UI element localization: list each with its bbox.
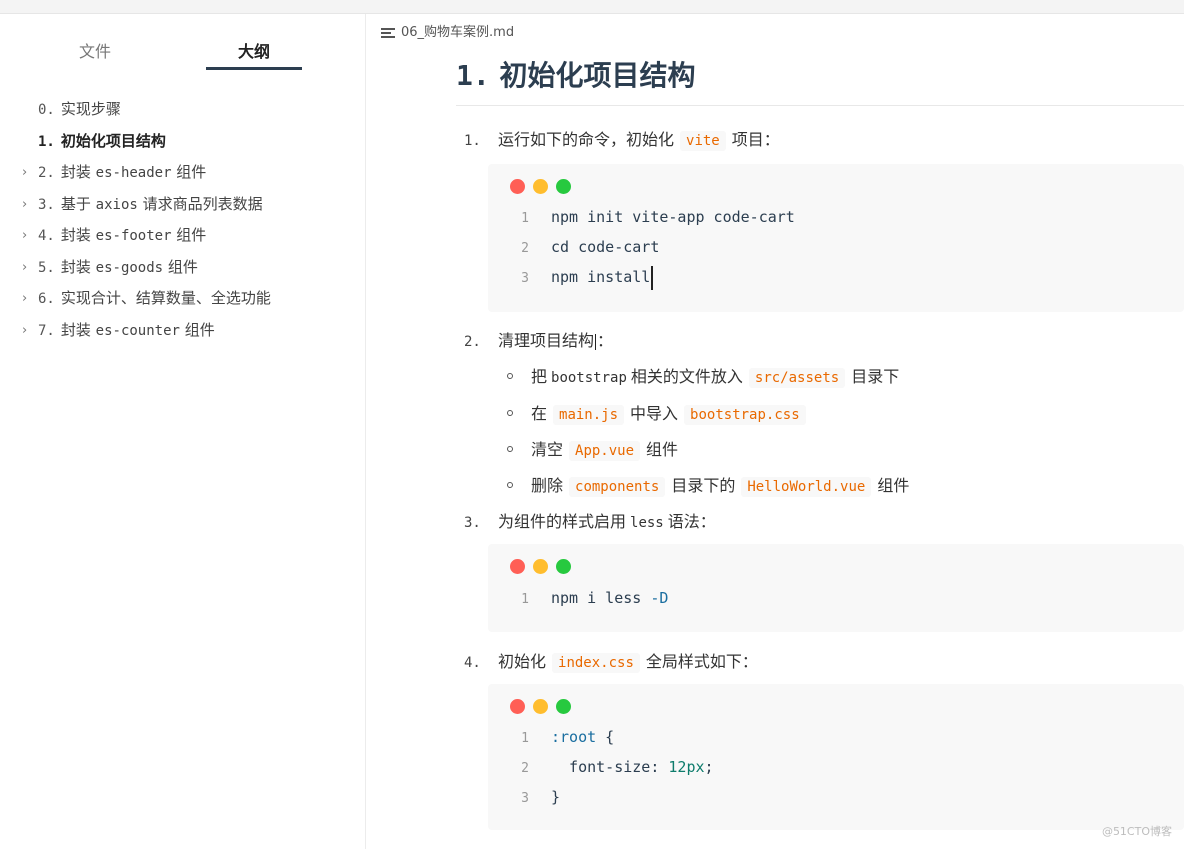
editor-main: 06_购物车案例.md 1. 初始化项目结构 1. 运行如下的命令，初始化 vite… [367,14,1184,849]
green-dot-icon [556,179,571,194]
yellow-dot-icon [533,699,548,714]
file-title-bar: 06_购物车案例.md [381,21,514,40]
code-block-2[interactable]: 1 npm i less -D [488,544,1184,632]
yellow-dot-icon [533,179,548,194]
hollow-bullet-icon [507,481,513,488]
code-line: 1 npm init vite-app code-cart [521,208,795,226]
chevron-right-icon[interactable]: › [22,283,27,315]
menu-icon[interactable] [381,27,395,38]
bullet-item: 在 main.js 中导入 bootstrap.css [507,400,812,425]
outline-item-7[interactable]: › 7. 封装 es-counter 组件 [0,315,366,347]
code-block-3[interactable]: 1:root { 2 font-size: 12px; 3} [488,684,1184,830]
watermark: @51CTO博客 [1101,825,1172,838]
chevron-right-icon[interactable]: › [22,157,27,189]
red-dot-icon [510,699,525,714]
chevron-right-icon[interactable]: › [22,252,27,284]
bullet-item: 清空 App.vue 组件 [507,436,678,461]
red-dot-icon [510,559,525,574]
outline-item-5[interactable]: › 5. 封装 es-goods 组件 [0,252,366,284]
code-line: 1 npm i less -D [521,589,669,607]
step-3: 3. 为组件的样式启用 less 语法： [464,512,716,531]
green-dot-icon [556,699,571,714]
bullet-item: 把 bootstrap 相关的文件放入 src/assets 目录下 [507,363,899,388]
step-1: 1. 运行如下的命令，初始化 vite 项目： [464,130,780,151]
tab-file[interactable]: 文件 [79,38,111,62]
hollow-bullet-icon [507,445,513,452]
sidebar-tabs: 文件 大纲 [0,14,366,74]
hollow-bullet-icon [507,372,513,379]
code-line: 2 cd code-cart [521,238,660,256]
outline-item-4[interactable]: › 4. 封装 es-footer 组件 [0,220,366,252]
green-dot-icon [556,559,571,574]
file-name: 06_购物车案例.md [401,25,515,40]
chevron-right-icon[interactable]: › [22,220,27,252]
window-top-strip [0,0,1184,14]
code-line: 3} [521,788,561,806]
code-block-1[interactable]: 1 npm init vite-app code-cart 2 cd code-ca… [488,164,1184,312]
outline-item-6[interactable]: › 6. 实现合计、结算数量、全选功能 [0,283,366,315]
outline-list: 0. 实现步骤 1. 初始化项目结构 › 2. 封装 es-header 组件 › 3… [0,94,366,346]
red-dot-icon [510,179,525,194]
step-4: 4. 初始化 index.css 全局样式如下： [464,652,758,673]
window-dots [510,559,579,578]
code-line: 2 font-size: 12px; [521,758,714,776]
outline-item-1[interactable]: 1. 初始化项目结构 [0,126,366,158]
outline-item-0[interactable]: 0. 实现步骤 [0,94,366,126]
tab-outline[interactable]: 大纲 [238,38,270,62]
yellow-dot-icon [533,559,548,574]
window-dots [510,179,579,198]
outline-item-2[interactable]: › 2. 封装 es-header 组件 [0,157,366,189]
sidebar: 文件 大纲 0. 实现步骤 1. 初始化项目结构 › 2. 封装 es-header … [0,14,366,849]
step-2: 2. 清理项目结构： [464,331,614,350]
bullet-item: 删除 components 目录下的 HelloWorld.vue 组件 [507,472,909,497]
hollow-bullet-icon [507,409,513,416]
code-line: 3 npm install [488,262,653,292]
heading-divider [456,105,1184,106]
tab-active-indicator [206,67,302,70]
code-line: 1:root { [521,728,615,746]
outline-item-3[interactable]: › 3. 基于 axios 请求商品列表数据 [0,189,366,221]
text-caret [651,265,653,290]
mouse-ibeam-cursor [595,333,597,350]
chevron-right-icon[interactable]: › [22,315,27,347]
chevron-right-icon[interactable]: › [22,189,27,221]
window-dots [510,699,579,718]
page-title: 1. 初始化项目结构 [456,59,696,92]
